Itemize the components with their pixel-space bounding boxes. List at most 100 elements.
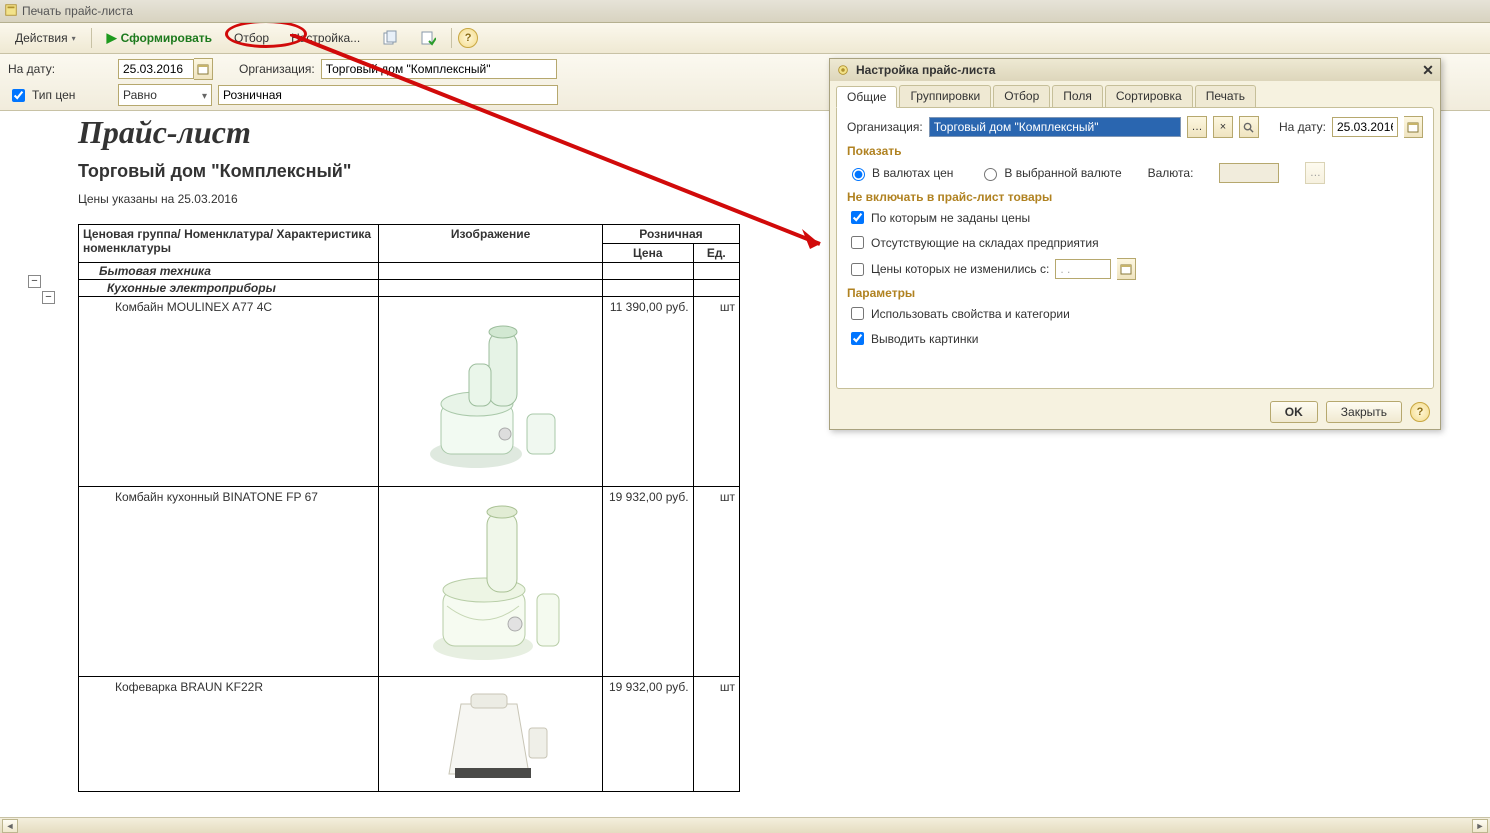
settings-org-label: Организация:	[847, 120, 923, 134]
filter-button[interactable]: Отбор	[225, 28, 278, 48]
product-image	[411, 494, 571, 669]
main-toolbar: Действия▾ ▶Сформировать Отбор Настройка.…	[0, 23, 1490, 54]
select-button[interactable]: …	[1187, 116, 1207, 138]
settings-tabs: Общие Группировки Отбор Поля Сортировка …	[830, 81, 1440, 107]
cell-name: Комбайн кухонный BINATONE FP 67	[79, 487, 379, 677]
cell-image	[379, 487, 603, 677]
settings-date-label: На дату:	[1279, 120, 1326, 134]
cell-unit: шт	[693, 487, 739, 677]
section-params-header: Параметры	[847, 286, 1423, 300]
col-retail-header: Розничная	[602, 225, 739, 244]
unchanged-date-input[interactable]	[1055, 259, 1111, 279]
settings-org-input[interactable]: Торговый дом "Комплексный"	[929, 117, 1181, 137]
cell-name: Комбайн MOULINEX A77 4C	[79, 297, 379, 487]
chk-show-images[interactable]: Выводить картинки	[847, 329, 978, 348]
tab-filter[interactable]: Отбор	[993, 85, 1050, 107]
settings-title-text: Настройка прайс-листа	[856, 63, 995, 77]
tab-sort[interactable]: Сортировка	[1105, 85, 1193, 107]
calendar-icon	[197, 63, 209, 75]
table-row: Комбайн кухонный BINATONE FP 67 19 932,0…	[79, 487, 740, 677]
settings-titlebar: Настройка прайс-листа ✕	[830, 59, 1440, 81]
condition-select[interactable]: Равно	[118, 84, 212, 106]
chk-props[interactable]: Использовать свойства и категории	[847, 304, 1070, 323]
cell-unit: шт	[693, 677, 739, 792]
currency-select-button: …	[1305, 162, 1325, 184]
currency-input	[1219, 163, 1279, 183]
radio-currencies[interactable]: В валютах цен	[847, 165, 953, 181]
product-image	[411, 684, 571, 784]
table-row: Кофеварка BRAUN KF22R 19 932,00 руб. шт	[79, 677, 740, 792]
date-label: На дату:	[8, 62, 112, 76]
actions-menu-button[interactable]: Действия▾	[6, 28, 85, 48]
col-image-header: Изображение	[379, 225, 603, 263]
table-row: Комбайн MOULINEX A77 4C 11 390,00 руб.	[79, 297, 740, 487]
chk-no-price[interactable]: По которым не заданы цены	[847, 208, 1030, 227]
group-cell: Бытовая техника	[79, 263, 379, 280]
section-exclude-header: Не включать в прайс-лист товары	[847, 190, 1423, 204]
product-image	[411, 304, 571, 479]
app-icon	[4, 3, 18, 17]
toolbar-separator	[451, 28, 452, 48]
cell-price: 19 932,00 руб.	[602, 677, 693, 792]
date-picker-button[interactable]	[194, 58, 213, 80]
restore-icon	[382, 30, 398, 46]
unchanged-date-picker-button[interactable]	[1117, 258, 1136, 280]
group-cell: Кухонные электроприборы	[79, 280, 379, 297]
org-input[interactable]	[321, 59, 557, 79]
tab-fields[interactable]: Поля	[1052, 85, 1103, 107]
price-table: Ценовая группа/ Номенклатура/ Характерис…	[78, 224, 740, 792]
gear-icon	[836, 63, 850, 77]
cell-price: 11 390,00 руб.	[602, 297, 693, 487]
calendar-icon	[1407, 121, 1419, 133]
tab-general[interactable]: Общие	[836, 86, 897, 108]
date-input[interactable]	[118, 59, 194, 79]
pricetype-checkbox[interactable]: Тип цен	[8, 86, 112, 105]
radio-selected-currency[interactable]: В выбранной валюте	[979, 165, 1121, 181]
close-button[interactable]: ✕	[1420, 62, 1436, 78]
settings-body: Организация: Торговый дом "Комплексный" …	[836, 107, 1434, 389]
col-name-header: Ценовая группа/ Номенклатура/ Характерис…	[79, 225, 379, 263]
toolbar-separator	[91, 28, 92, 48]
cell-price: 19 932,00 руб.	[602, 487, 693, 677]
pricetype-input[interactable]	[218, 85, 558, 105]
settings-button[interactable]: Настройка...	[282, 28, 369, 48]
chk-no-stock[interactable]: Отсутствующие на складах предприятия	[847, 233, 1099, 252]
currency-label: Валюта:	[1148, 166, 1194, 180]
tree-collapse-button[interactable]: −	[28, 275, 41, 288]
clear-button[interactable]: ×	[1213, 116, 1233, 138]
window-title-text: Печать прайс-листа	[22, 4, 133, 18]
group-row: Кухонные электроприборы	[79, 280, 740, 297]
horizontal-scrollbar[interactable]: ◄ ►	[0, 817, 1490, 833]
settings-footer: OK Закрыть ?	[830, 395, 1440, 429]
help-button[interactable]: ?	[1410, 402, 1430, 422]
col-unit-header: Ед.	[693, 244, 739, 263]
calendar-icon	[1120, 263, 1132, 275]
settings-date-input[interactable]	[1332, 117, 1398, 137]
ok-button[interactable]: OK	[1270, 401, 1318, 423]
restore-settings-button[interactable]	[373, 27, 407, 49]
scroll-left-button[interactable]: ◄	[2, 819, 18, 833]
org-label: Организация:	[239, 62, 315, 76]
window-title-bar: Печать прайс-листа	[0, 0, 1490, 23]
save-settings-icon	[420, 30, 436, 46]
settings-date-picker-button[interactable]	[1404, 116, 1423, 138]
tree-collapse-button[interactable]: −	[42, 291, 55, 304]
tab-print[interactable]: Печать	[1195, 85, 1256, 107]
cell-image	[379, 297, 603, 487]
col-price-header: Цена	[602, 244, 693, 263]
tab-grouping[interactable]: Группировки	[899, 85, 991, 107]
chk-unchanged[interactable]: Цены которых не изменились с:	[847, 260, 1049, 279]
settings-dialog: Настройка прайс-листа ✕ Общие Группировк…	[829, 58, 1441, 430]
form-button[interactable]: ▶Сформировать	[98, 27, 221, 49]
cell-name: Кофеварка BRAUN KF22R	[79, 677, 379, 792]
cell-image	[379, 677, 603, 792]
close-text-button[interactable]: Закрыть	[1326, 401, 1402, 423]
section-show-header: Показать	[847, 144, 1423, 158]
scroll-right-button[interactable]: ►	[1472, 819, 1488, 833]
save-settings-button[interactable]	[411, 27, 445, 49]
cell-unit: шт	[693, 297, 739, 487]
lookup-button[interactable]	[1239, 116, 1259, 138]
group-row: Бытовая техника	[79, 263, 740, 280]
search-icon	[1243, 122, 1254, 133]
help-button[interactable]: ?	[458, 28, 478, 48]
